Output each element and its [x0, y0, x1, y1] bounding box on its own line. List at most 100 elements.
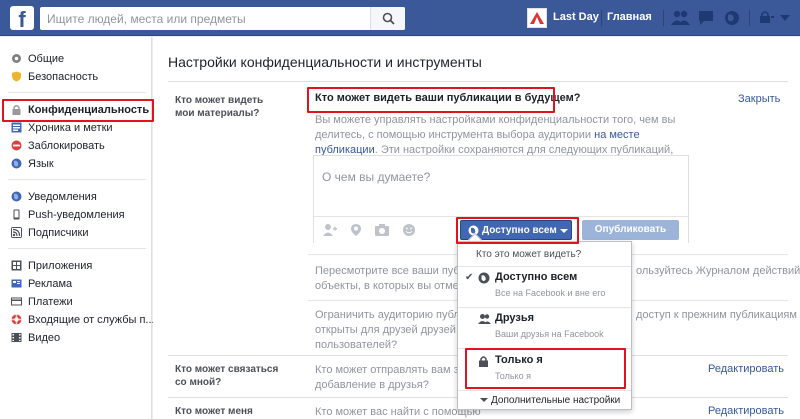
home-link[interactable]: Главная	[607, 11, 652, 23]
sidebar-item-language[interactable]: Язык	[0, 155, 152, 173]
video-icon	[11, 333, 22, 342]
block-icon	[11, 140, 22, 151]
location-icon[interactable]	[350, 223, 362, 237]
friend-requests-icon[interactable]	[671, 9, 691, 27]
search-input[interactable]	[40, 7, 370, 30]
sidebar-item-ads[interactable]: Реклама	[0, 275, 152, 293]
globe-icon	[478, 272, 490, 284]
shield-icon	[12, 71, 21, 82]
sidebar-item-label: Язык	[28, 158, 54, 170]
page-title: Настройки конфиденциальности и инструмен…	[168, 54, 482, 70]
apps-icon	[11, 260, 22, 271]
emoji-icon[interactable]	[402, 223, 416, 237]
edit-contact-button[interactable]: Редактировать	[708, 363, 784, 375]
avatar-image-icon	[530, 12, 544, 24]
sidebar-item-label: Хроника и метки	[28, 122, 113, 134]
section-label-who-can-find: Кто может меня найти?	[175, 406, 253, 417]
lock-icon	[479, 356, 488, 367]
sidebar-item-label: Конфиденциальность	[28, 104, 150, 116]
option-description: Только я	[495, 371, 531, 381]
sidebar-item-privacy[interactable]: Конфиденциальность	[0, 101, 152, 119]
more-options-label: Дополнительные настройки	[491, 395, 621, 406]
rss-icon	[11, 227, 22, 238]
limit-past-posts-text: доступ к прежним публикациям	[636, 309, 797, 321]
close-link[interactable]: Закрыть	[738, 93, 780, 105]
title-divider	[168, 81, 788, 82]
sidebar-item-label: Реклама	[28, 278, 73, 290]
sidebar-item-timeline[interactable]: Хроника и метки	[0, 119, 152, 137]
caret-down-icon	[480, 398, 488, 402]
sidebar-item-label: Платежи	[28, 296, 73, 308]
notifications-globe-icon[interactable]	[723, 9, 741, 27]
profile-link[interactable]: Last Day	[553, 11, 599, 23]
dropdown-divider	[458, 348, 631, 349]
card-icon	[11, 297, 22, 306]
sidebar-item-label: Подписчики	[28, 227, 89, 239]
caret-down-icon	[560, 229, 568, 233]
privacy-shortcuts-icon[interactable]	[758, 9, 774, 25]
phone-icon	[13, 209, 20, 220]
sidebar-item-label: Видео	[28, 332, 61, 344]
sidebar-item-payments[interactable]: Платежи	[0, 293, 152, 311]
sidebar-item-label: Заблокировать	[28, 140, 105, 152]
search-button[interactable]	[370, 7, 405, 30]
friends-icon	[478, 314, 491, 324]
sidebar-item-support-inbox[interactable]: Входящие от службы п...	[0, 311, 155, 329]
sidebar-item-followers[interactable]: Подписчики	[0, 224, 152, 242]
sidebar-divider	[8, 92, 146, 93]
section-label-who-can-see: Кто может видеть мои материалы?	[175, 95, 264, 119]
globe-notif-icon	[11, 191, 22, 202]
audience-option-public[interactable]: ✔ Доступно всем Все на Facebook и вне ег…	[458, 267, 631, 305]
camera-icon[interactable]	[374, 223, 390, 237]
dropdown-divider	[458, 390, 631, 391]
edit-find-me-button[interactable]: Редактировать	[708, 405, 784, 417]
settings-sidebar: Общие Безопасность Конфиденциальность Хр…	[0, 37, 155, 419]
sidebar-item-label: Push-уведомления	[28, 209, 125, 221]
search-icon	[382, 12, 395, 25]
option-name: Только я	[495, 354, 543, 366]
globe-icon	[11, 158, 22, 169]
friend-requests-text: добавление в друзья?	[315, 379, 429, 391]
publish-button[interactable]: Опубликовать	[582, 220, 679, 240]
find-me-text: Кто может вас найти с помощью	[315, 406, 481, 418]
sidebar-divider	[8, 179, 146, 180]
limit-audience-text: открыты для друзей друзей ил	[315, 324, 472, 336]
tag-friends-icon[interactable]	[322, 223, 338, 237]
more-options-toggle[interactable]: Дополнительные настройки	[458, 392, 631, 410]
sidebar-item-blocking[interactable]: Заблокировать	[0, 137, 152, 155]
nav-separator	[749, 10, 750, 26]
sidebar-item-notifications[interactable]: Уведомления	[0, 188, 152, 206]
sidebar-item-apps[interactable]: Приложения	[0, 257, 152, 275]
dropdown-header: Кто это может видеть?	[476, 249, 582, 260]
audience-option-friends[interactable]: Друзья Ваши друзья на Facebook	[458, 308, 631, 346]
lock-icon	[12, 105, 21, 115]
audience-option-only-me[interactable]: Только я Только я	[458, 350, 631, 388]
sidebar-divider	[8, 248, 146, 249]
section-label-who-can-contact: Кто может связаться со мной?	[175, 364, 279, 388]
sidebar-item-push[interactable]: Push-уведомления	[0, 206, 152, 224]
chevron-down-icon[interactable]	[780, 15, 790, 21]
ads-icon	[11, 279, 22, 288]
nav-separator	[601, 10, 602, 26]
sidebar-item-label: Уведомления	[28, 191, 97, 203]
messages-icon[interactable]	[697, 9, 715, 27]
sidebar-item-general[interactable]: Общие	[0, 50, 152, 68]
audience-dropdown-menu: Кто это может видеть? ✔ Доступно всем Вс…	[457, 241, 632, 410]
future-posts-question: Кто может видеть ваши публикации в будущ…	[315, 92, 581, 104]
option-description: Ваши друзья на Facebook	[495, 329, 604, 339]
avatar[interactable]	[527, 8, 547, 28]
activity-log-text: ользуйтесь Журналом действий	[636, 265, 800, 277]
limit-audience-text: пользователей?	[315, 339, 398, 351]
composer-placeholder[interactable]: О чем вы думаете?	[322, 170, 430, 184]
option-name: Доступно всем	[495, 271, 578, 283]
nav-separator	[663, 10, 664, 26]
timeline-icon	[11, 122, 22, 133]
sidebar-item-video[interactable]: Видео	[0, 329, 152, 347]
gear-icon	[12, 54, 21, 63]
sidebar-item-security[interactable]: Безопасность	[0, 68, 152, 86]
facebook-logo[interactable]: f	[10, 6, 34, 30]
search-box	[40, 7, 405, 30]
top-bar: f Last Day Главная	[0, 0, 800, 36]
sidebar-item-label: Приложения	[28, 260, 93, 272]
lifebuoy-icon	[11, 314, 22, 325]
